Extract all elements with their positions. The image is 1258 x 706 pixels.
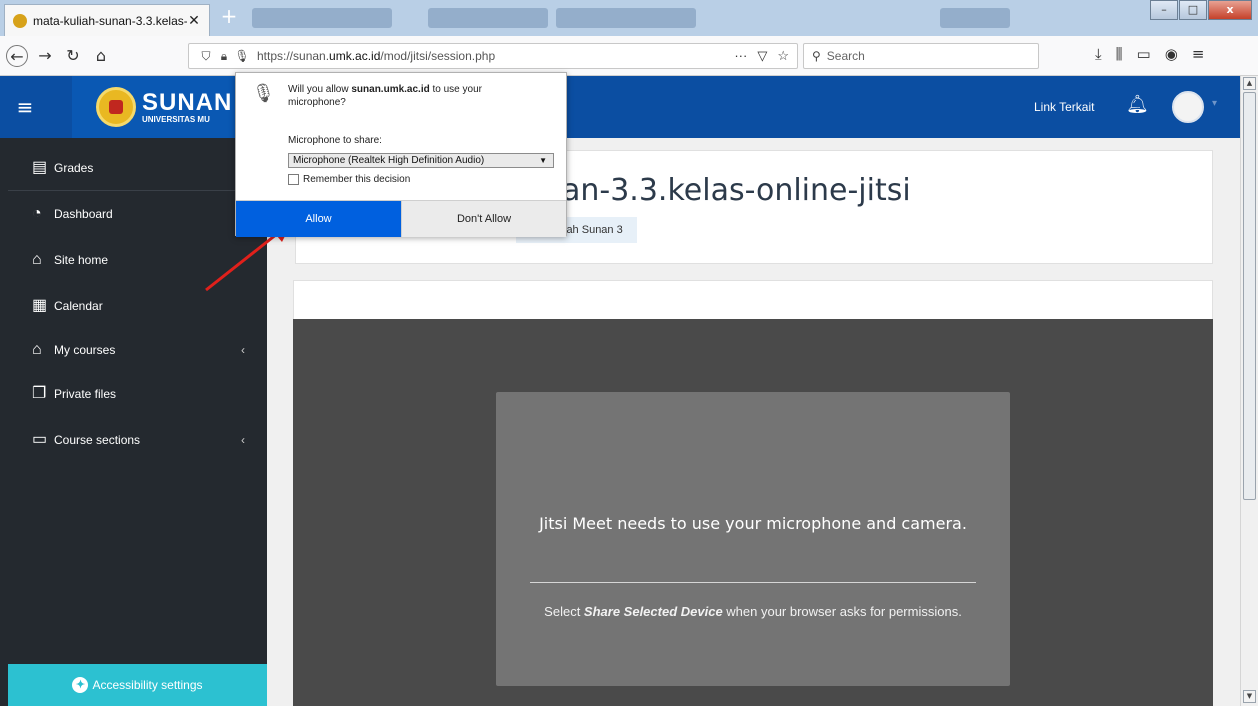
page-title: an-3.3.kelas-online-jitsi <box>562 173 911 208</box>
tab-title: mata-kuliah-sunan-3.3.kelas-o <box>33 13 187 28</box>
site-logo[interactable]: SUNAN UNIVERSITAS MU <box>72 76 244 138</box>
microphone-icon: 🎙︎ <box>252 83 275 103</box>
microphone-permission-dialog: 🎙︎ Will you allow sunan.umk.ac.id to use… <box>235 72 567 237</box>
shield-icon[interactable]: ⛉ <box>197 49 215 64</box>
accessibility-label: Accessibility settings <box>92 678 203 692</box>
activity-header-card <box>293 280 1213 320</box>
scrollbar-thumb[interactable] <box>1243 92 1256 500</box>
forward-arrow-icon[interactable]: → <box>34 45 56 67</box>
scroll-up-icon[interactable]: ▲ <box>1243 77 1256 90</box>
remember-decision-checkbox[interactable]: Remember this decision <box>288 174 410 185</box>
sidebar-divider <box>8 190 267 191</box>
microphone-select[interactable]: Microphone (Realtek High Definition Audi… <box>288 153 554 168</box>
browser-nav-bar: ← → ↻ ⌂ ⛉ 🔒︎ 🎙︎ https://sunan.umk.ac.id/… <box>0 36 1258 76</box>
library-icon[interactable]: ⫼ <box>1116 45 1123 63</box>
background-window-tab <box>940 8 1010 28</box>
accessibility-icon: ✦ <box>72 677 89 693</box>
bookmark-star-icon[interactable]: ☆ <box>777 48 789 64</box>
microphone-share-label: Microphone to share: <box>288 135 382 146</box>
dialog-buttons: Allow Don't Allow <box>236 200 566 237</box>
browser-tab-bar: mata-kuliah-sunan-3.3.kelas-o ✕ + – □ x <box>0 0 1258 36</box>
sidebar-item-my-courses[interactable]: ⌂ My courses ‹ <box>0 328 267 372</box>
sidebar-item-label: My courses <box>54 343 116 357</box>
close-window-icon[interactable]: x <box>1208 0 1252 20</box>
reload-icon[interactable]: ↻ <box>62 45 84 67</box>
scroll-down-icon[interactable]: ▼ <box>1243 690 1256 703</box>
downloads-icon[interactable]: ⤓ <box>1095 45 1102 63</box>
site-header: ≡ SUNAN UNIVERSITAS MU Link Terkait 🔔︎ ▾ <box>0 76 1240 138</box>
site-favicon-icon <box>13 13 27 28</box>
search-input[interactable]: ⚲ Search <box>803 43 1039 69</box>
chevron-left-icon[interactable]: ‹ <box>241 343 245 357</box>
browser-tab[interactable]: mata-kuliah-sunan-3.3.kelas-o ✕ <box>4 4 210 36</box>
remember-label: Remember this decision <box>303 174 411 185</box>
logo-subtitle: UNIVERSITAS MU <box>142 114 210 124</box>
new-tab-button[interactable]: + <box>218 6 240 28</box>
sidebar-toggle-icon[interactable]: ▭ <box>1137 45 1151 63</box>
permission-notice-text: Select Share Selected Device when your b… <box>544 604 962 619</box>
jitsi-meet-frame: Jitsi Meet needs to use your microphone … <box>293 319 1213 706</box>
link-terkait-menu[interactable]: Link Terkait <box>1034 100 1094 114</box>
pocket-icon[interactable]: ▽ <box>757 48 767 64</box>
browser-toolbar: ⤓ ⫼ ▭ ◉ ≡ <box>1095 45 1204 63</box>
search-placeholder: Search <box>826 49 865 63</box>
url-bar[interactable]: ⛉ 🔒︎ 🎙︎ https://sunan.umk.ac.id/mod/jits… <box>188 43 798 69</box>
chevron-left-icon[interactable]: ‹ <box>241 433 245 447</box>
background-window-tab <box>428 8 548 28</box>
dashboard-icon: ◔ <box>32 205 42 222</box>
sidebar-item-course-sections[interactable]: ▭ Course sections ‹ <box>0 418 267 462</box>
tab-close-icon[interactable]: ✕ <box>187 12 201 29</box>
permission-notice-heading: Jitsi Meet needs to use your microphone … <box>539 514 967 533</box>
search-icon: ⚲ <box>812 49 821 63</box>
user-menu-caret-icon[interactable]: ▾ <box>1212 98 1217 109</box>
url-text[interactable]: https://sunan.umk.ac.id/mod/jitsi/sessio… <box>257 49 495 63</box>
sidebar-item-private-files[interactable]: ❐ Private files <box>0 372 267 416</box>
notification-bell-icon[interactable]: 🔔︎ <box>1126 94 1149 115</box>
notice-divider <box>530 582 976 583</box>
sidebar-item-label: Private files <box>54 387 117 401</box>
sidebar-item-grades[interactable]: ▤ Grades <box>0 146 267 190</box>
back-arrow-icon[interactable]: ← <box>6 45 28 67</box>
chevron-down-icon[interactable]: ▼ <box>539 154 547 167</box>
permission-question: Will you allow sunan.umk.ac.id to use yo… <box>288 84 482 108</box>
account-icon[interactable]: ◉ <box>1165 45 1178 63</box>
home-icon[interactable]: ⌂ <box>90 45 112 67</box>
grades-icon: ▤ <box>32 159 48 176</box>
sidebar-item-label: Site home <box>54 253 109 267</box>
accessibility-settings-button[interactable]: ✦ Accessibility settings <box>8 664 267 706</box>
hamburger-menu-icon[interactable]: ≡ <box>12 94 38 120</box>
microphone-select-value: Microphone (Realtek High Definition Audi… <box>293 155 485 166</box>
dont-allow-button[interactable]: Don't Allow <box>401 201 566 237</box>
menu-icon[interactable]: ≡ <box>1192 45 1205 63</box>
maximize-icon[interactable]: □ <box>1179 0 1207 20</box>
minimize-icon[interactable]: – <box>1150 0 1178 20</box>
home-icon: ⌂ <box>32 251 42 268</box>
lock-icon[interactable]: 🔒︎ <box>215 49 233 64</box>
page-actions-icon[interactable]: ··· <box>734 48 747 64</box>
breadcrumb-item[interactable]: iah Sunan 3 <box>564 224 623 236</box>
checkbox[interactable] <box>288 174 299 185</box>
sidebar-item-label: Grades <box>54 161 94 175</box>
files-icon: ❐ <box>32 385 47 402</box>
microphone-permission-icon[interactable]: 🎙︎ <box>233 49 251 63</box>
background-window-tab <box>556 8 696 28</box>
page-scrollbar[interactable]: ▲ ▼ <box>1240 76 1258 706</box>
window-controls: – □ x <box>1149 0 1252 20</box>
user-avatar[interactable] <box>1172 91 1204 123</box>
allow-button[interactable]: Allow <box>236 201 401 237</box>
courses-icon: ⌂ <box>32 341 42 358</box>
permission-notice-box: Jitsi Meet needs to use your microphone … <box>496 392 1010 686</box>
logo-title: SUNAN <box>142 88 233 116</box>
university-crest-icon <box>96 87 136 127</box>
calendar-icon: ▦ <box>32 297 48 314</box>
sidebar-item-label: Calendar <box>54 299 103 313</box>
sidebar-item-label: Course sections <box>54 433 141 447</box>
background-window-tab <box>252 8 392 28</box>
sidebar-item-label: Dashboard <box>54 207 113 221</box>
folder-icon: ▭ <box>32 431 48 448</box>
